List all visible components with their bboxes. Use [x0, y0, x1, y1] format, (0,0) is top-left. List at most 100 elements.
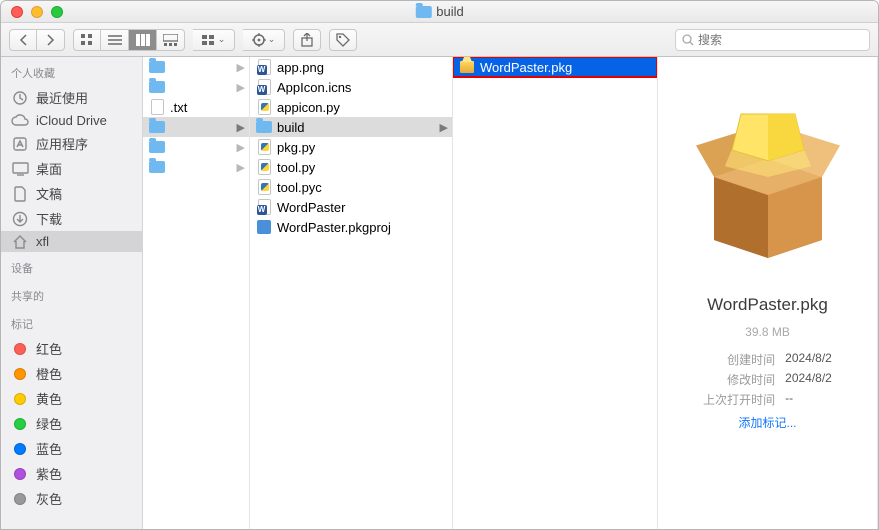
sidebar-item-label: 蓝色 [36, 439, 62, 458]
minimize-button[interactable] [31, 6, 43, 18]
file-name: pkg.py [277, 140, 446, 155]
file-name: appicon.py [277, 100, 446, 115]
file-row[interactable]: pkg.py [250, 137, 452, 157]
word-doc-icon [258, 79, 271, 95]
folder-icon [256, 121, 272, 133]
sidebar-section-header: 共享的 [1, 280, 142, 308]
column-2: app.png AppIcon.icns appicon.py build▶ pkg.p… [250, 57, 453, 529]
meta-value: 2024/8/2 [785, 371, 832, 388]
sidebar-item-label: 紫色 [36, 464, 62, 483]
sidebar-section-header: 标记 [1, 308, 142, 336]
file-row[interactable]: ▶ [143, 77, 249, 97]
file-name: tool.pyc [277, 180, 446, 195]
sidebar-item[interactable]: 下载 [1, 206, 142, 231]
meta-label: 修改时间 [703, 371, 775, 388]
folder-icon [149, 121, 165, 133]
columns-area: ▶ ▶ .txt ▶ ▶ ▶ app.png AppIcon.icns appicon.py b… [143, 57, 878, 529]
sidebar-section-header: 个人收藏 [1, 57, 142, 85]
cloud-icon [11, 114, 29, 128]
action-button[interactable]: ⌄ [243, 29, 285, 51]
folder-icon [149, 81, 165, 93]
tag-dot-icon [11, 342, 29, 356]
folder-icon [415, 6, 431, 18]
file-row[interactable]: app.png [250, 57, 452, 77]
list-view-button[interactable] [101, 29, 129, 51]
file-row[interactable]: tool.py [250, 157, 452, 177]
preview-panel: WordPaster.pkg 39.8 MB 创建时间2024/8/2修改时间2… [658, 57, 878, 529]
file-row[interactable]: WordPaster.pkgproj [250, 217, 452, 237]
sidebar-item-label: 下载 [36, 209, 62, 228]
forward-button[interactable] [37, 29, 65, 51]
sidebar-item[interactable]: 灰色 [1, 486, 142, 511]
python-file-icon [258, 179, 271, 195]
column-3: WordPaster.pkg [453, 57, 658, 529]
file-name: app.png [277, 60, 446, 75]
sidebar-item[interactable]: 应用程序 [1, 131, 142, 156]
doc-icon [11, 187, 29, 201]
sidebar-item[interactable]: 红色 [1, 336, 142, 361]
sidebar-item[interactable]: iCloud Drive [1, 110, 142, 131]
desktop-icon [11, 162, 29, 176]
sidebar-item-label: 灰色 [36, 489, 62, 508]
file-row[interactable]: ▶ [143, 117, 249, 137]
sidebar-item-label: xfl [36, 234, 49, 249]
meta-value: -- [785, 391, 832, 408]
chevron-right-icon: ▶ [237, 141, 245, 154]
file-row[interactable]: WordPaster [250, 197, 452, 217]
action-group: ⌄ [243, 29, 285, 51]
chevron-right-icon: ▶ [237, 81, 245, 94]
chevron-right-icon: ▶ [237, 161, 245, 174]
meta-label: 创建时间 [703, 351, 775, 368]
file-name: WordPaster [277, 200, 446, 215]
zoom-button[interactable] [51, 6, 63, 18]
file-name: build [277, 120, 446, 135]
folder-icon [149, 161, 165, 173]
arrange-button[interactable]: ⌄ [193, 29, 235, 51]
file-row[interactable]: ▶ [143, 157, 249, 177]
python-file-icon [258, 139, 271, 155]
sidebar-item-label: 应用程序 [36, 134, 88, 153]
word-doc-icon [258, 59, 271, 75]
sidebar-item[interactable]: xfl [1, 231, 142, 252]
gallery-view-button[interactable] [157, 29, 185, 51]
column-view-button[interactable] [129, 29, 157, 51]
tag-dot-icon [11, 492, 29, 506]
tag-button[interactable] [329, 29, 357, 51]
sidebar-item-label: iCloud Drive [36, 113, 107, 128]
icon-view-button[interactable] [73, 29, 101, 51]
file-row[interactable]: WordPaster.pkg [453, 57, 657, 77]
share-button[interactable] [293, 29, 321, 51]
sidebar-item[interactable]: 桌面 [1, 156, 142, 181]
chevron-right-icon: ▶ [237, 61, 245, 74]
file-row[interactable]: ▶ [143, 57, 249, 77]
project-file-icon [257, 220, 271, 234]
sidebar-item[interactable]: 橙色 [1, 361, 142, 386]
sidebar-item[interactable]: 绿色 [1, 411, 142, 436]
file-row[interactable]: build▶ [250, 117, 452, 137]
preview-metadata: 创建时间2024/8/2修改时间2024/8/2上次打开时间-- [703, 351, 832, 408]
file-row[interactable]: .txt [143, 97, 249, 117]
body: 个人收藏最近使用 iCloud Drive 应用程序桌面文稿下载 xfl 设备共享的标记… [1, 57, 878, 529]
tag-dot-icon [11, 417, 29, 431]
file-name: .txt [170, 100, 243, 115]
file-row[interactable]: appicon.py [250, 97, 452, 117]
file-row[interactable]: AppIcon.icns [250, 77, 452, 97]
sidebar-item-label: 最近使用 [36, 88, 88, 107]
sidebar-item[interactable]: 黄色 [1, 386, 142, 411]
file-row[interactable]: tool.pyc [250, 177, 452, 197]
sidebar-section-header: 设备 [1, 252, 142, 280]
sidebar-item[interactable]: 蓝色 [1, 436, 142, 461]
download-icon [11, 212, 29, 226]
sidebar-item[interactable]: 紫色 [1, 461, 142, 486]
close-button[interactable] [11, 6, 23, 18]
chevron-right-icon: ▶ [237, 121, 245, 134]
add-tag-link[interactable]: 添加标记... [738, 414, 796, 431]
view-buttons [73, 29, 185, 51]
python-file-icon [258, 99, 271, 115]
sidebar-item[interactable]: 文稿 [1, 181, 142, 206]
file-row[interactable]: ▶ [143, 137, 249, 157]
search-field[interactable] [675, 29, 870, 51]
back-button[interactable] [9, 29, 37, 51]
sidebar-item[interactable]: 最近使用 [1, 85, 142, 110]
search-input[interactable] [698, 33, 863, 47]
